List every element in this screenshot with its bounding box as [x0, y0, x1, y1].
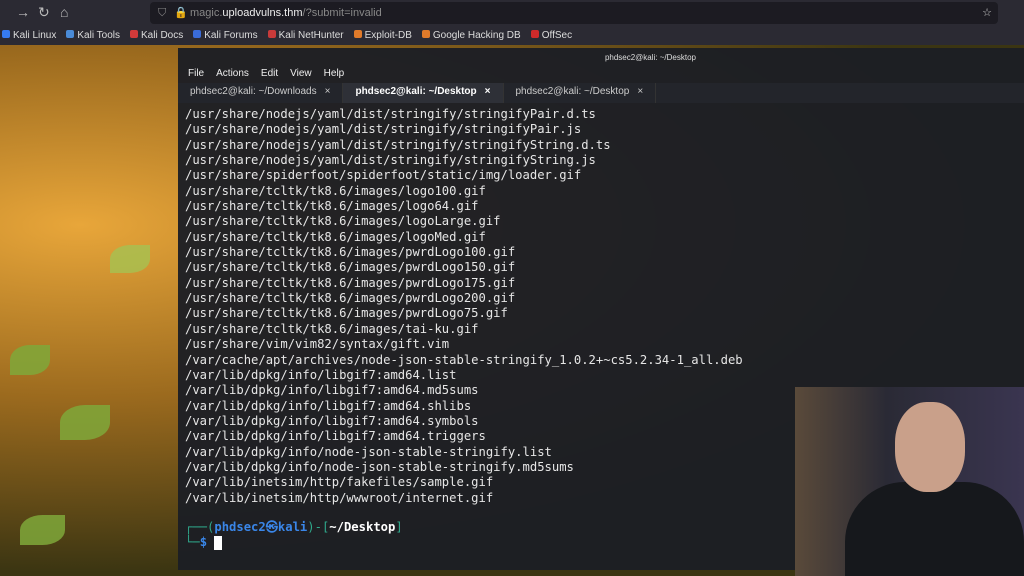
- bookmark-item[interactable]: Google Hacking DB: [421, 27, 521, 45]
- bookmark-label: Kali Forums: [204, 30, 258, 41]
- menu-actions[interactable]: Actions: [216, 68, 249, 83]
- bookmark-icon: [530, 30, 539, 38]
- lock-icon: 🔒: [174, 7, 188, 19]
- url-host: uploadvulns.thm: [222, 7, 303, 19]
- output-line: /usr/share/tcltk/tk8.6/images/pwrdLogo20…: [185, 291, 516, 306]
- output-line: /usr/share/nodejs/yaml/dist/stringify/st…: [185, 122, 582, 137]
- output-line: /var/cache/apt/archives/node-json-stable…: [185, 352, 743, 367]
- tab-downloads[interactable]: phdsec2@kali: ~/Downloads ×: [178, 83, 344, 103]
- bookmark-icon: [267, 30, 276, 38]
- shield-icon: ⛉: [158, 7, 167, 19]
- output-line: /usr/share/tcltk/tk8.6/images/tai-ku.gif: [185, 321, 479, 336]
- output-line: /usr/share/nodejs/yaml/dist/stringify/st…: [185, 153, 596, 168]
- bookmark-icon: [353, 30, 362, 38]
- tab-label: phdsec2@kali: ~/Downloads: [190, 86, 317, 97]
- bookmark-icon: [2, 30, 10, 38]
- bookmark-label: Kali Tools: [77, 30, 120, 41]
- output-line: /usr/share/spiderfoot/spiderfoot/static/…: [185, 168, 582, 183]
- reload-icon[interactable]: ↻: [38, 4, 50, 21]
- bookmark-item[interactable]: Kali NetHunter: [267, 27, 344, 45]
- output-line: /var/lib/dpkg/info/libgif7:amd64.list: [185, 367, 457, 382]
- bookmark-label: OffSec: [541, 30, 573, 41]
- output-line: /usr/share/tcltk/tk8.6/images/pwrdLogo17…: [185, 275, 516, 290]
- menu-edit[interactable]: Edit: [261, 68, 278, 83]
- webcam-overlay: [795, 387, 1024, 576]
- bookmark-item[interactable]: Kali Tools: [66, 27, 120, 45]
- browser-toolbar: → ↻ ⌂ ⛉ 🔒 magic.uploadvulns.thm/?submit=…: [0, 0, 1024, 45]
- window-title: phdsec2@kali: ~/Desktop: [604, 53, 696, 62]
- bookmark-item[interactable]: Exploit-DB: [353, 27, 412, 45]
- bookmark-item[interactable]: Kali Linux: [2, 27, 56, 45]
- bookmark-icon: [421, 30, 430, 38]
- tab-label: phdsec2@kali: ~/Desktop: [355, 86, 477, 97]
- output-line: /usr/share/tcltk/tk8.6/images/pwrdLogo75…: [185, 306, 508, 321]
- output-line: /usr/share/nodejs/yaml/dist/stringify/st…: [185, 137, 611, 152]
- bookmark-label: Exploit-DB: [364, 30, 412, 41]
- prompt-path: ~/Desktop: [329, 519, 396, 534]
- cursor: [214, 535, 223, 550]
- output-line: /usr/share/nodejs/yaml/dist/stringify/st…: [185, 107, 596, 121]
- output-line: /usr/share/tcltk/tk8.6/images/pwrdLogo10…: [185, 245, 516, 260]
- output-line: /usr/share/tcltk/tk8.6/images/logoMed.gi…: [185, 229, 486, 244]
- home-icon[interactable]: ⌂: [60, 4, 68, 20]
- bookmark-label: Google Hacking DB: [432, 30, 521, 41]
- bookmark-icon: [193, 30, 202, 38]
- menu-view[interactable]: View: [290, 68, 312, 83]
- tab-desktop[interactable]: phdsec2@kali: ~/Desktop ×: [504, 83, 657, 103]
- bookmark-item[interactable]: Kali Forums: [193, 27, 258, 45]
- menu-help[interactable]: Help: [324, 68, 345, 83]
- prompt-at: ㉿: [265, 519, 278, 534]
- bookmark-icon: [129, 30, 138, 38]
- bookmark-label: Kali Docs: [140, 30, 184, 41]
- menu-bar: File Actions Edit View Help: [178, 68, 1024, 83]
- bookmarks-bar: Kali Linux Kali Tools Kali Docs Kali Forums…: [0, 27, 572, 45]
- output-line: /usr/share/tcltk/tk8.6/images/logoLarge.…: [185, 214, 501, 229]
- prompt-symbol: $: [199, 535, 208, 550]
- url-host-prefix: magic.: [190, 7, 223, 19]
- tab-bar: phdsec2@kali: ~/Downloads × phdsec2@kali:…: [178, 83, 1024, 103]
- terminal-titlebar: phdsec2@kali: ~/Desktop: [178, 48, 1024, 68]
- bookmark-label: Kali NetHunter: [278, 30, 344, 41]
- tab-label: phdsec2@kali: ~/Desktop: [515, 86, 630, 97]
- bookmark-item[interactable]: OffSec: [530, 27, 573, 45]
- output-line: /usr/share/vim/vim82/syntax/gift.vim: [185, 337, 450, 352]
- menu-file[interactable]: File: [188, 68, 204, 83]
- bookmark-star-icon[interactable]: ☆: [982, 2, 992, 24]
- url-path: /?submit=invalid: [302, 7, 382, 19]
- close-icon[interactable]: ×: [485, 86, 491, 97]
- tab-desktop-active[interactable]: phdsec2@kali: ~/Desktop ×: [343, 83, 504, 103]
- close-icon[interactable]: ×: [325, 86, 331, 97]
- prompt-user: phdsec2: [214, 519, 266, 534]
- url-bar[interactable]: ⛉ 🔒 magic.uploadvulns.thm/?submit=invali…: [150, 2, 998, 24]
- output-line: /usr/share/tcltk/tk8.6/images/logo100.gi…: [185, 183, 486, 198]
- output-line: /usr/share/tcltk/tk8.6/images/pwrdLogo15…: [185, 260, 516, 275]
- bookmark-item[interactable]: Kali Docs: [129, 27, 184, 45]
- close-icon[interactable]: ×: [637, 86, 643, 97]
- output-line: /usr/share/tcltk/tk8.6/images/logo64.gif: [185, 199, 479, 214]
- forward-icon[interactable]: →: [16, 4, 30, 20]
- bookmark-label: Kali Linux: [13, 30, 57, 41]
- prompt-host: kali: [277, 519, 308, 534]
- bookmark-icon: [66, 30, 75, 38]
